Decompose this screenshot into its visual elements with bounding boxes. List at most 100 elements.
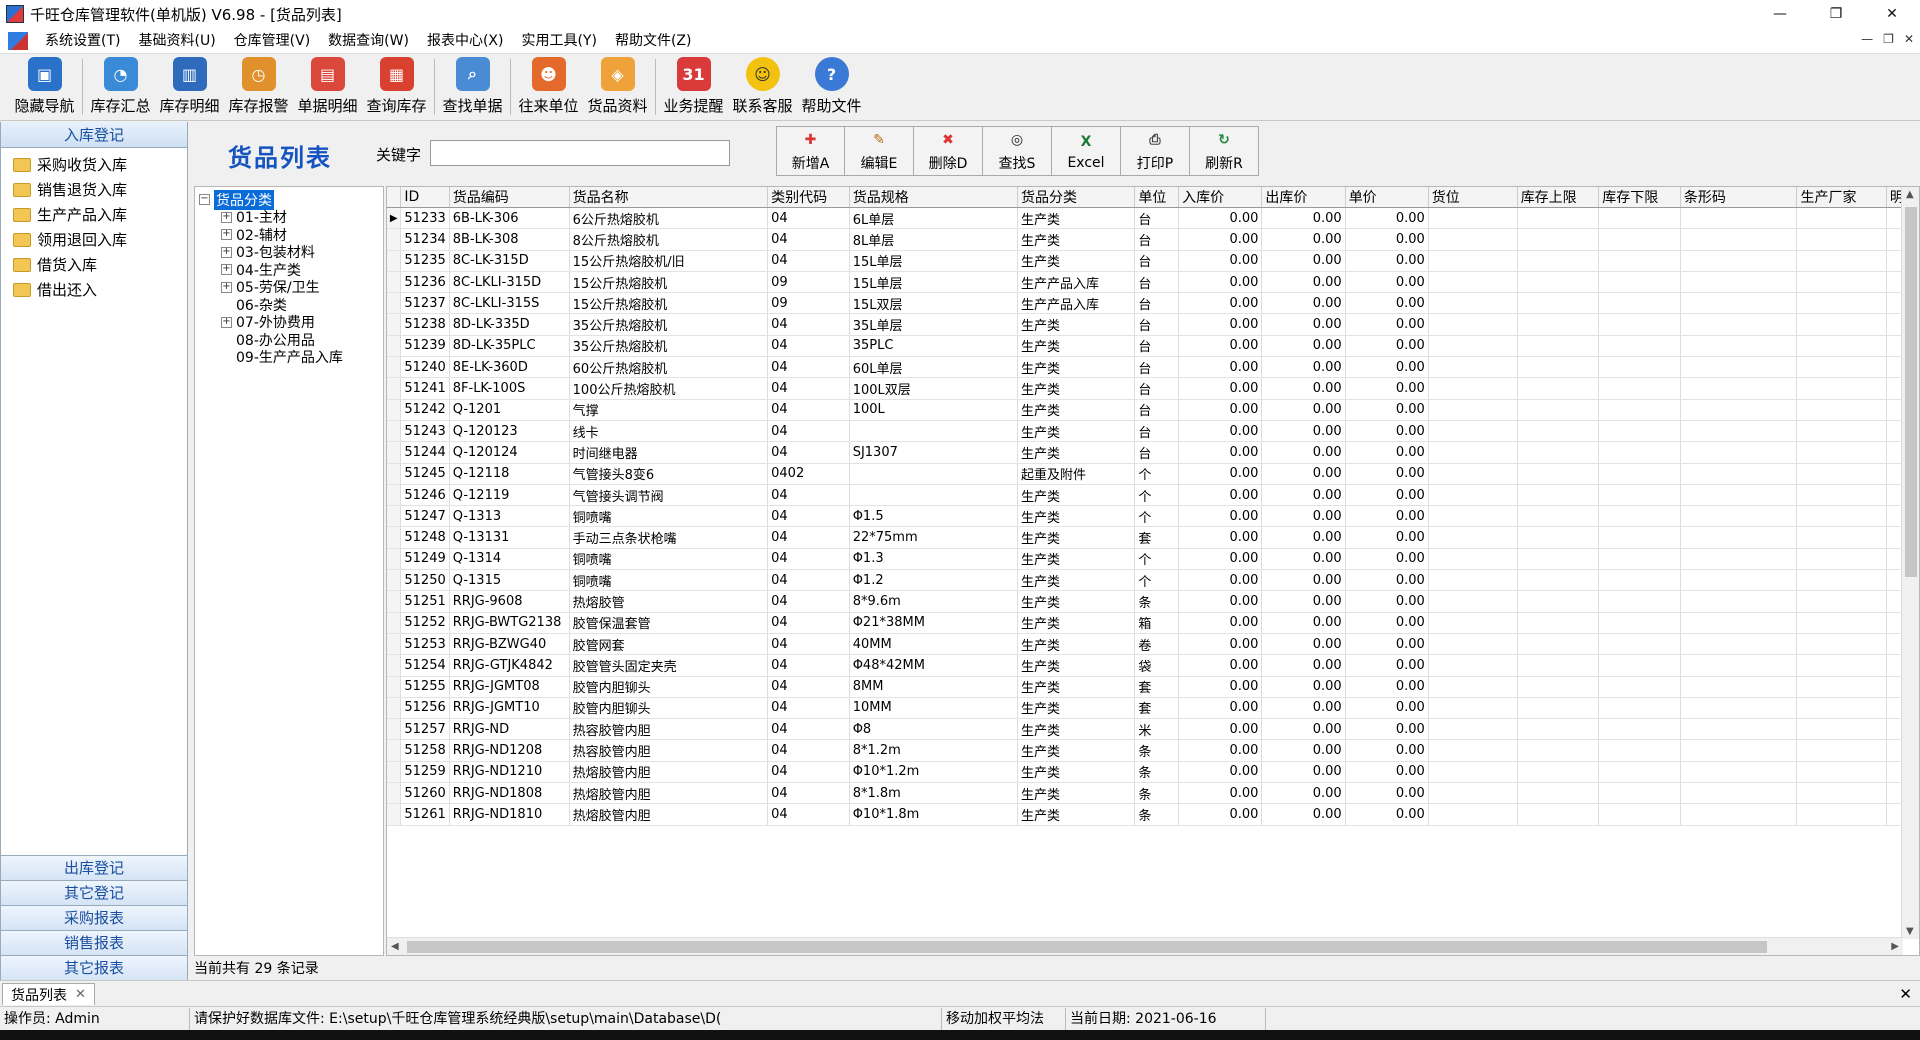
table-row[interactable]: 51252 RRJG-BWTG2138 胶管保温套管 04 Φ21*38MM 生产类箱 0.…: [387, 612, 1919, 634]
table-row[interactable]: 51243 Q-120123 线卡 04 生产类台 0.00 0.00 0.00: [387, 420, 1919, 443]
horizontal-scroll-thumb[interactable]: [407, 941, 1767, 953]
menu-reports[interactable]: 报表中心(X): [418, 28, 513, 54]
table-row[interactable]: 51260 RRJG-ND1808 热熔胶管内胆 04 8*1.8m 生产类条 0.00 0.…: [387, 782, 1919, 805]
tab-goods-list[interactable]: 货品列表 ✕: [2, 983, 95, 1005]
column-header[interactable]: 入库价: [1178, 187, 1263, 208]
table-row[interactable]: 51246 Q-12119 气管接头调节阀 04 生产类个 0.00 0.00 0.00: [387, 484, 1919, 507]
column-header[interactable]: 货品规格: [849, 187, 1018, 208]
scroll-left-icon[interactable]: ◀: [391, 941, 399, 952]
mdi-close-button[interactable]: ✕: [1904, 32, 1914, 46]
table-row[interactable]: 51235 8C-LK-315D 15公斤热熔胶机/旧 04 15L单层 生产类台 0.00…: [387, 250, 1919, 272]
toolbar-button-6[interactable]: ⌕ 查找单据: [438, 56, 507, 120]
tree-node[interactable]: +07-外协费用: [199, 314, 383, 331]
nav-category-1[interactable]: 其它登记: [1, 880, 187, 905]
table-row[interactable]: 51253 RRJG-BZWG40 胶管网套 04 40MM 生产类卷 0.00 0.00 0.…: [387, 633, 1919, 656]
column-header[interactable]: 条形码: [1680, 187, 1798, 208]
horizontal-scrollbar[interactable]: ◀ ▶: [387, 937, 1903, 955]
table-row[interactable]: 51256 RRJG-JGMT10 胶管内胆铆头 04 10MM 生产类套 0.00 0.00…: [387, 697, 1919, 720]
nav-item-4[interactable]: 借货入库: [1, 252, 187, 277]
mdi-restore-button[interactable]: ❐: [1883, 32, 1894, 46]
action-button-1[interactable]: ✎ 编辑E: [845, 126, 914, 176]
column-header[interactable]: 单价: [1345, 187, 1429, 208]
table-row[interactable]: 51242 Q-1201 气撑 04 100L 生产类台 0.00 0.00 0.00: [387, 399, 1919, 421]
column-header[interactable]: 类别代码: [767, 187, 850, 208]
collapse-icon[interactable]: −: [199, 194, 210, 206]
table-row[interactable]: 51251 RRJG-9608 热熔胶管 04 8*9.6m 生产类条 0.00 0.00 0.…: [387, 590, 1919, 613]
toolbar-button-10[interactable]: ☺ 联系客服: [728, 56, 797, 120]
menu-data-query[interactable]: 数据查询(W): [319, 28, 418, 54]
tree-node[interactable]: +02-辅材: [199, 226, 383, 244]
nav-category-2[interactable]: 采购报表: [1, 905, 187, 930]
mdi-minimize-button[interactable]: —: [1861, 32, 1873, 46]
table-row[interactable]: 51258 RRJG-ND1208 热容胶管内胆 04 8*1.2m 生产类条 0.00 0.…: [387, 739, 1919, 762]
table-row[interactable]: 51241 8F-LK-100S 100公斤热熔胶机 04 100L双层 生产类台 0.00…: [387, 377, 1919, 400]
tree-node[interactable]: +01-主材: [199, 209, 383, 226]
tab-close-icon[interactable]: ✕: [75, 987, 86, 1002]
action-button-3[interactable]: ◎ 查找S: [983, 126, 1052, 176]
column-header[interactable]: 货品编码: [449, 187, 570, 208]
tree-node[interactable]: +05-劳保/卫生: [199, 279, 383, 296]
vertical-scrollbar[interactable]: ▲ ▼: [1901, 187, 1919, 939]
action-button-4[interactable]: X Excel: [1052, 126, 1121, 176]
keyword-input[interactable]: [430, 140, 730, 166]
scroll-right-icon[interactable]: ▶: [1891, 941, 1899, 952]
nav-category-4[interactable]: 其它报表: [1, 955, 187, 980]
action-button-5[interactable]: ⎙ 打印P: [1121, 126, 1190, 176]
tree-node[interactable]: 06-杂类: [199, 296, 383, 314]
table-row[interactable]: 51255 RRJG-JGMT08 胶管内胆铆头 04 8MM 生产类套 0.00 0.00 0…: [387, 676, 1919, 698]
tree-node[interactable]: +03-包装材料: [199, 244, 383, 261]
menu-help[interactable]: 帮助文件(Z): [606, 28, 701, 54]
table-row[interactable]: 51245 Q-12118 气管接头8变6 0402 起重及附件个 0.00 0.00 0.0…: [387, 463, 1919, 485]
scroll-down-icon[interactable]: ▼: [1906, 926, 1914, 937]
tree-root[interactable]: − 货品分类: [199, 189, 383, 210]
close-all-tabs-button[interactable]: ✕: [1899, 985, 1912, 1003]
action-button-2[interactable]: ✖ 删除D: [914, 126, 983, 176]
nav-category-0[interactable]: 出库登记: [1, 855, 187, 880]
toolbar-button-1[interactable]: ◔ 库存汇总: [86, 56, 155, 120]
tree-node[interactable]: +04-生产类: [199, 261, 383, 279]
table-row[interactable]: 51261 RRJG-ND1810 热熔胶管内胆 04 Φ10*1.8m 生产类条 0.00…: [387, 803, 1919, 826]
menu-basic-data[interactable]: 基础资料(U): [129, 28, 224, 54]
expand-icon[interactable]: +: [221, 316, 232, 328]
table-row[interactable]: 51249 Q-1314 铜喷嘴 04 Φ1.3 生产类个 0.00 0.00 0.00: [387, 548, 1919, 571]
table-row[interactable]: 51244 Q-120124 时间继电器 04 SJ1307 生产类台 0.00 0.00 0.…: [387, 441, 1919, 464]
expand-icon[interactable]: +: [221, 264, 232, 276]
action-button-6[interactable]: ↻ 刷新R: [1190, 126, 1259, 176]
expand-icon[interactable]: +: [221, 281, 232, 293]
table-row[interactable]: 51259 RRJG-ND1210 热熔胶管内胆 04 Φ10*1.2m 生产类条 0.00…: [387, 761, 1919, 784]
tree-node[interactable]: 08-办公用品: [199, 331, 383, 349]
table-row[interactable]: 51238 8D-LK-335D 35公斤热熔胶机 04 35L单层 生产类台 0.00 0.…: [387, 313, 1919, 336]
toolbar-button-2[interactable]: ▥ 库存明细: [155, 56, 224, 120]
column-header[interactable]: 生产厂家: [1796, 187, 1887, 208]
column-header[interactable]: 货品名称: [569, 187, 769, 208]
minimize-button[interactable]: —: [1752, 0, 1808, 28]
expand-icon[interactable]: +: [221, 211, 232, 223]
table-row[interactable]: 51250 Q-1315 铜喷嘴 04 Φ1.2 生产类个 0.00 0.00 0.00: [387, 569, 1919, 592]
toolbar-button-11[interactable]: ? 帮助文件: [797, 56, 866, 120]
nav-header-inbound[interactable]: 入库登记: [1, 122, 187, 148]
toolbar-button-0[interactable]: ▣ 隐藏导航: [10, 56, 79, 120]
column-header[interactable]: 出库价: [1261, 187, 1346, 208]
table-row[interactable]: 51257 RRJG-ND 热容胶管内胆 04 Φ8 生产类米 0.00 0.00 0.00: [387, 718, 1919, 741]
table-row[interactable]: ▶ 51233 6B-LK-306 6公斤热熔胶机 04 6L单层 生产类台 0.00 0.00…: [387, 207, 1919, 230]
tree-node[interactable]: 09-生产产品入库: [199, 349, 383, 366]
nav-item-5[interactable]: 借出还入: [1, 277, 187, 302]
table-row[interactable]: 51234 8B-LK-308 8公斤热熔胶机 04 8L单层 生产类台 0.00 0.00 0…: [387, 228, 1919, 251]
column-header[interactable]: 货品分类: [1017, 187, 1136, 208]
vertical-scroll-thumb[interactable]: [1905, 207, 1917, 577]
nav-category-3[interactable]: 销售报表: [1, 930, 187, 955]
scroll-up-icon[interactable]: ▲: [1906, 189, 1914, 200]
nav-item-1[interactable]: 销售退货入库: [1, 177, 187, 202]
toolbar-button-9[interactable]: 31 业务提醒: [659, 56, 728, 120]
nav-item-2[interactable]: 生产产品入库: [1, 202, 187, 227]
column-header[interactable]: 单位: [1134, 187, 1180, 208]
nav-item-3[interactable]: 领用退回入库: [1, 227, 187, 252]
mdi-child-icon[interactable]: [8, 31, 28, 50]
table-row[interactable]: 51240 8E-LK-360D 60公斤热熔胶机 04 60L单层 生产类台 0.00 0.…: [387, 356, 1919, 379]
column-header[interactable]: ID: [400, 187, 450, 208]
column-header[interactable]: 库存下限: [1598, 187, 1681, 208]
table-row[interactable]: 51254 RRJG-GTJK4842 胶管管头固定夹壳 04 Φ48*42MM 生产类袋…: [387, 654, 1919, 677]
table-row[interactable]: 51237 8C-LKLI-315S 15公斤热熔胶机 09 15L双层 生产产品入库台 0…: [387, 292, 1919, 315]
close-button[interactable]: ✕: [1864, 0, 1920, 28]
toolbar-button-3[interactable]: ◷ 库存报警: [224, 56, 293, 120]
